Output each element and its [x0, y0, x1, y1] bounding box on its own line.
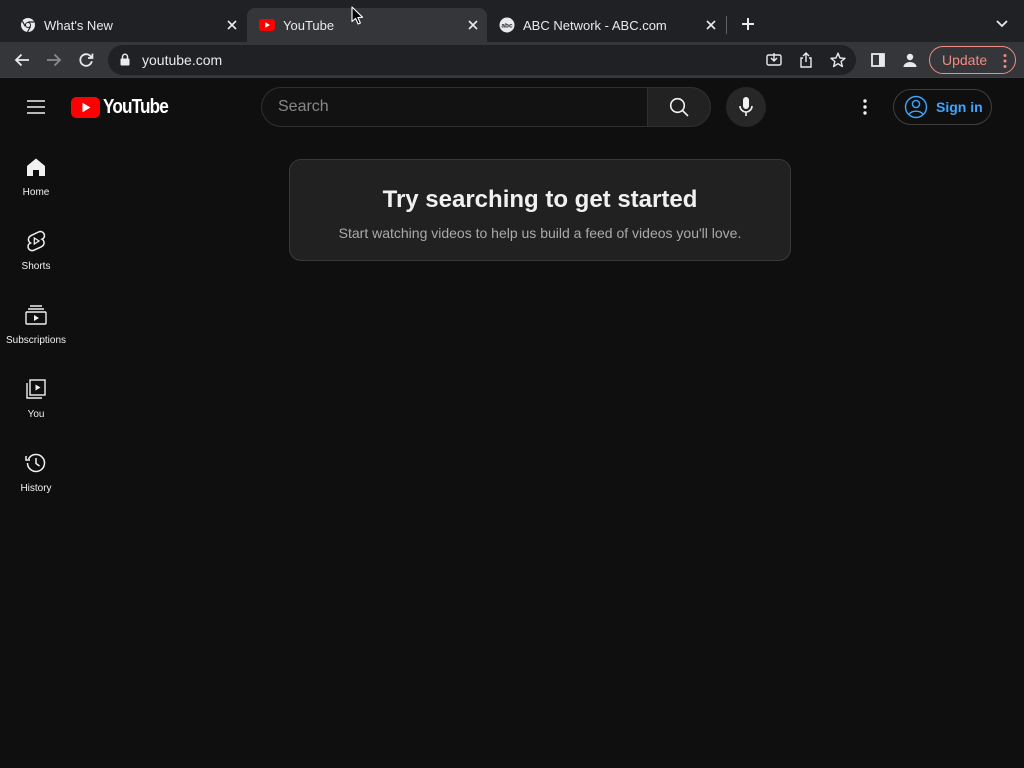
guide-menu-button[interactable] [20, 91, 52, 123]
profile-icon [903, 53, 917, 67]
close-tab-icon[interactable] [224, 17, 240, 33]
tab-title: What's New [44, 17, 113, 33]
side-panel-button[interactable] [864, 46, 892, 74]
reload-icon [79, 53, 94, 67]
address-bar[interactable]: youtube.com [108, 45, 856, 75]
mouse-cursor-icon [351, 6, 364, 30]
guide-item-you[interactable]: You [0, 357, 72, 431]
more-vert-icon[interactable] [1003, 53, 1007, 74]
guide-item-shorts[interactable]: Shorts [0, 209, 72, 283]
update-button[interactable]: Update [929, 46, 1016, 74]
new-tab-button[interactable] [734, 10, 762, 38]
guide-item-label: Subscriptions [5, 335, 67, 346]
profile-button[interactable] [896, 46, 924, 74]
back-button[interactable] [8, 46, 36, 74]
youtube-masthead: YouTube Sign in [0, 79, 1024, 135]
menu-icon [27, 100, 45, 114]
share-icon[interactable] [798, 52, 814, 68]
close-tab-icon[interactable] [465, 17, 481, 33]
bookmark-star-icon[interactable] [830, 52, 846, 68]
you-icon [24, 377, 48, 401]
youtube-logo[interactable]: YouTube [71, 96, 179, 118]
url-text[interactable]: youtube.com [142, 52, 222, 68]
voice-search-button[interactable] [726, 87, 766, 127]
search-button[interactable] [647, 87, 711, 127]
guide-item-label: Shorts [21, 261, 51, 272]
plus-icon [742, 18, 754, 30]
arrow-left-icon [14, 53, 29, 67]
account-circle-icon [904, 95, 928, 119]
sign-in-button[interactable]: Sign in [893, 89, 992, 125]
youtube-logo-icon [71, 96, 100, 118]
side-panel-icon [871, 53, 885, 67]
guide-item-home[interactable]: Home [0, 135, 72, 209]
history-icon [24, 451, 48, 475]
reload-button[interactable] [72, 46, 100, 74]
sign-in-label: Sign in [936, 99, 983, 115]
guide-item-history[interactable]: History [0, 431, 72, 505]
subscriptions-icon [24, 303, 48, 327]
tab-title: YouTube [283, 17, 335, 33]
install-app-icon[interactable] [766, 52, 782, 68]
forward-button[interactable] [40, 46, 68, 74]
guide-item-label: History [20, 483, 52, 494]
lock-icon[interactable] [120, 53, 130, 71]
empty-state-subtitle: Start watching videos to help us build a… [338, 225, 742, 241]
guide-item-label: Home [22, 187, 50, 198]
close-tab-icon[interactable] [703, 17, 719, 33]
search-input[interactable] [261, 87, 648, 127]
search-icon [669, 97, 689, 117]
tab-youtube[interactable]: YouTube [247, 8, 487, 42]
empty-state-title: Try searching to get started [382, 186, 698, 213]
svg-text:abc: abc [501, 23, 513, 30]
browser-toolbar: youtube.com Update [0, 42, 1024, 78]
more-vert-icon [863, 99, 867, 115]
tab-title: ABC Network - ABC.com [523, 17, 667, 33]
settings-menu-button[interactable] [849, 91, 881, 123]
youtube-icon [259, 17, 275, 33]
tab-divider [726, 16, 727, 34]
tab-whats-new[interactable]: What's New [8, 8, 246, 42]
browser-tabstrip: What's New YouTube abc ABC Network - ABC… [0, 0, 1024, 42]
search-box [261, 87, 711, 127]
guide-item-label: You [27, 409, 45, 420]
arrow-right-icon [47, 53, 62, 67]
guide-item-subscriptions[interactable]: Subscriptions [0, 283, 72, 357]
microphone-icon [739, 97, 753, 116]
feed-empty-state: Try searching to get started Start watch… [289, 159, 791, 261]
chevron-down-icon [996, 20, 1008, 28]
abc-icon: abc [499, 17, 515, 33]
tab-search-button[interactable] [988, 10, 1016, 38]
chrome-icon [20, 17, 36, 33]
youtube-wordmark: YouTube [103, 95, 169, 118]
home-icon [24, 155, 48, 179]
tab-abc-network[interactable]: abc ABC Network - ABC.com [487, 8, 725, 42]
shorts-icon [24, 229, 48, 253]
update-label: Update [942, 52, 988, 68]
